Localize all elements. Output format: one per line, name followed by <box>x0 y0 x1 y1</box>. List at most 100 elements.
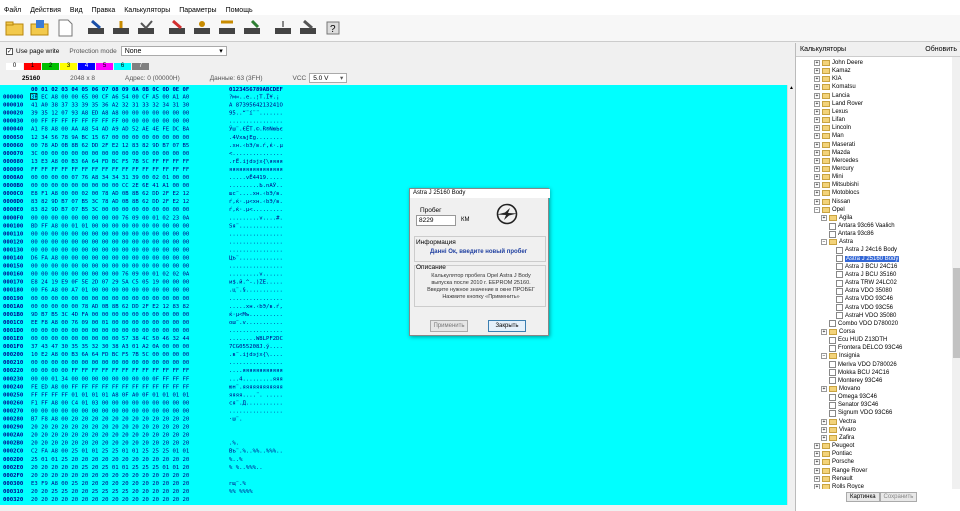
tree-folder[interactable]: + John Deere <box>814 59 863 67</box>
expand-icon[interactable]: + <box>814 60 820 66</box>
menu-actions[interactable]: Действия <box>30 7 61 14</box>
menu-edit[interactable]: Правка <box>92 7 116 14</box>
expand-icon[interactable]: + <box>821 426 827 433</box>
expand-icon[interactable]: + <box>814 100 820 107</box>
vcc-select[interactable]: 5.0 V ▾ <box>309 73 348 83</box>
menu-view[interactable]: Вид <box>70 7 83 14</box>
expand-icon[interactable]: + <box>814 157 820 164</box>
expand-icon[interactable]: + <box>814 68 820 75</box>
expand-icon[interactable]: + <box>821 328 827 335</box>
calculator-tree[interactable]: + John Deere + Kamaz + KIA + Komatsu + Lancia + Lan… <box>796 57 952 489</box>
expand-icon[interactable]: + <box>814 190 820 197</box>
open-folder-button[interactable] <box>4 17 26 39</box>
expand-icon[interactable]: + <box>814 76 820 83</box>
expand-icon[interactable]: + <box>821 418 827 425</box>
tree-folder[interactable]: − Insignia <box>821 352 860 360</box>
tree-folder[interactable]: + Man <box>814 132 844 140</box>
tree-folder[interactable]: + Corsa <box>821 328 855 336</box>
tree-folder[interactable]: + Maserati <box>814 141 855 149</box>
expand-icon[interactable]: + <box>814 92 820 99</box>
expand-icon[interactable]: + <box>814 459 820 466</box>
tree-folder[interactable]: + Mitsubishi <box>814 181 859 189</box>
scroll-up-icon[interactable]: ▲ <box>788 85 795 91</box>
blank-check-button[interactable] <box>191 17 213 39</box>
expand-icon[interactable]: + <box>814 451 820 458</box>
tree-folder[interactable]: + Nissan <box>814 198 850 206</box>
tree-item[interactable]: AstraH VDO 35080 <box>828 312 896 320</box>
menu-help[interactable]: Помощь <box>226 7 253 14</box>
tree-item[interactable]: Astra VDO 93C46 <box>828 295 893 303</box>
tree-folder[interactable]: + Komatsu <box>814 83 856 91</box>
expand-icon[interactable]: + <box>814 141 820 148</box>
expand-icon[interactable]: + <box>814 117 820 124</box>
expand-icon[interactable]: + <box>814 108 820 115</box>
tree-folder[interactable]: + Zafira <box>821 434 854 442</box>
tree-folder[interactable]: − Astra <box>821 238 853 246</box>
expand-icon[interactable]: + <box>814 133 820 140</box>
tree-folder[interactable]: + Renault <box>814 475 853 483</box>
tree-folder[interactable]: + Peugeot <box>814 442 854 450</box>
tree-folder[interactable]: + Mercedes <box>814 157 858 165</box>
mileage-input[interactable]: 8229 <box>416 215 456 226</box>
tree-item[interactable]: Astra J BCU 24C16 <box>828 263 897 271</box>
tree-item[interactable]: Monterey 93C46 <box>821 377 882 385</box>
save-button[interactable]: Сохранить <box>879 492 918 502</box>
close-button[interactable]: Закрыть <box>488 320 526 332</box>
read-chip-button[interactable] <box>85 17 107 39</box>
chip-info-button[interactable] <box>272 17 294 39</box>
menu-params[interactable]: Параметры <box>179 7 216 14</box>
expand-icon[interactable]: + <box>821 434 827 441</box>
chip-id-button[interactable] <box>297 17 319 39</box>
tree-item[interactable]: Astra TRW 24LC02 <box>828 279 897 287</box>
tree-item[interactable]: Antara 93c86 <box>821 230 874 238</box>
tree-folder[interactable]: + Mazda <box>814 149 850 157</box>
tree-item[interactable]: Astra VDO 93C56 <box>828 304 893 312</box>
menu-calculators[interactable]: Калькуляторы <box>124 7 170 14</box>
write-chip-button[interactable] <box>110 17 132 39</box>
expand-icon[interactable]: + <box>814 165 820 172</box>
refresh-button[interactable]: Обновить <box>925 46 957 53</box>
expand-icon[interactable]: + <box>814 182 820 189</box>
hex-scrollbar[interactable]: ▲ <box>787 85 795 505</box>
save-folder-button[interactable] <box>29 17 51 39</box>
tree-folder[interactable]: + Vivaro <box>821 426 856 434</box>
tree-folder[interactable]: + Movano <box>821 385 860 393</box>
tree-folder[interactable]: + Mercury <box>814 165 854 173</box>
tree-folder[interactable]: + Range Rover <box>814 467 867 475</box>
tree-folder[interactable]: + Motoblocs <box>814 189 859 197</box>
expand-icon[interactable]: + <box>821 386 827 392</box>
tree-folder[interactable]: + Lifan <box>814 116 845 124</box>
tree-item[interactable]: Ecu HUD Z13DTH <box>821 336 887 344</box>
tree-item[interactable]: Meriva VDO D780026 <box>821 361 897 369</box>
expand-icon[interactable]: + <box>814 125 820 132</box>
collapse-icon[interactable]: − <box>821 353 827 360</box>
tree-scroll-thumb[interactable] <box>953 268 960 358</box>
expand-icon[interactable]: + <box>814 198 820 205</box>
expand-icon[interactable]: + <box>814 84 820 91</box>
tree-folder[interactable]: + Lancia <box>814 92 850 100</box>
tree-folder[interactable]: + Kamaz <box>814 67 851 75</box>
expand-icon[interactable]: + <box>814 149 820 156</box>
expand-icon[interactable]: + <box>814 475 820 482</box>
tree-folder[interactable]: + KIA <box>814 75 842 83</box>
program-chip-button[interactable] <box>216 17 238 39</box>
tree-item[interactable]: Omega 93C46 <box>821 393 877 401</box>
help-button[interactable]: ? <box>322 17 344 39</box>
tree-item[interactable]: Antara 93c66 Vaalich <box>821 222 895 230</box>
protection-mode-select[interactable]: None ▾ <box>120 46 227 56</box>
auto-chip-button[interactable] <box>241 17 263 39</box>
tree-item[interactable]: Astra VDO 35080 <box>828 287 892 295</box>
tree-item[interactable]: Combo VDO D780020 <box>821 320 898 328</box>
tree-item[interactable]: Astra J BCU 35160 <box>828 271 896 279</box>
tree-item[interactable]: Senator 93C46 <box>821 401 878 409</box>
hex-grid[interactable]: 00 01 02 03 04 05 06 07 08 09 0A 0B 0C 0… <box>0 85 787 505</box>
erase-chip-button[interactable] <box>166 17 188 39</box>
expand-icon[interactable]: + <box>814 467 820 474</box>
collapse-icon[interactable]: − <box>814 206 820 213</box>
tree-folder[interactable]: + Pontiac <box>814 450 852 458</box>
tree-item[interactable]: Astra J 24c16 Body <box>828 246 897 254</box>
picture-button[interactable]: Картинка <box>846 492 880 502</box>
tree-item[interactable]: Astra J 25160 Body <box>828 255 900 263</box>
new-file-button[interactable] <box>54 17 76 39</box>
menu-file[interactable]: Файл <box>4 7 21 14</box>
